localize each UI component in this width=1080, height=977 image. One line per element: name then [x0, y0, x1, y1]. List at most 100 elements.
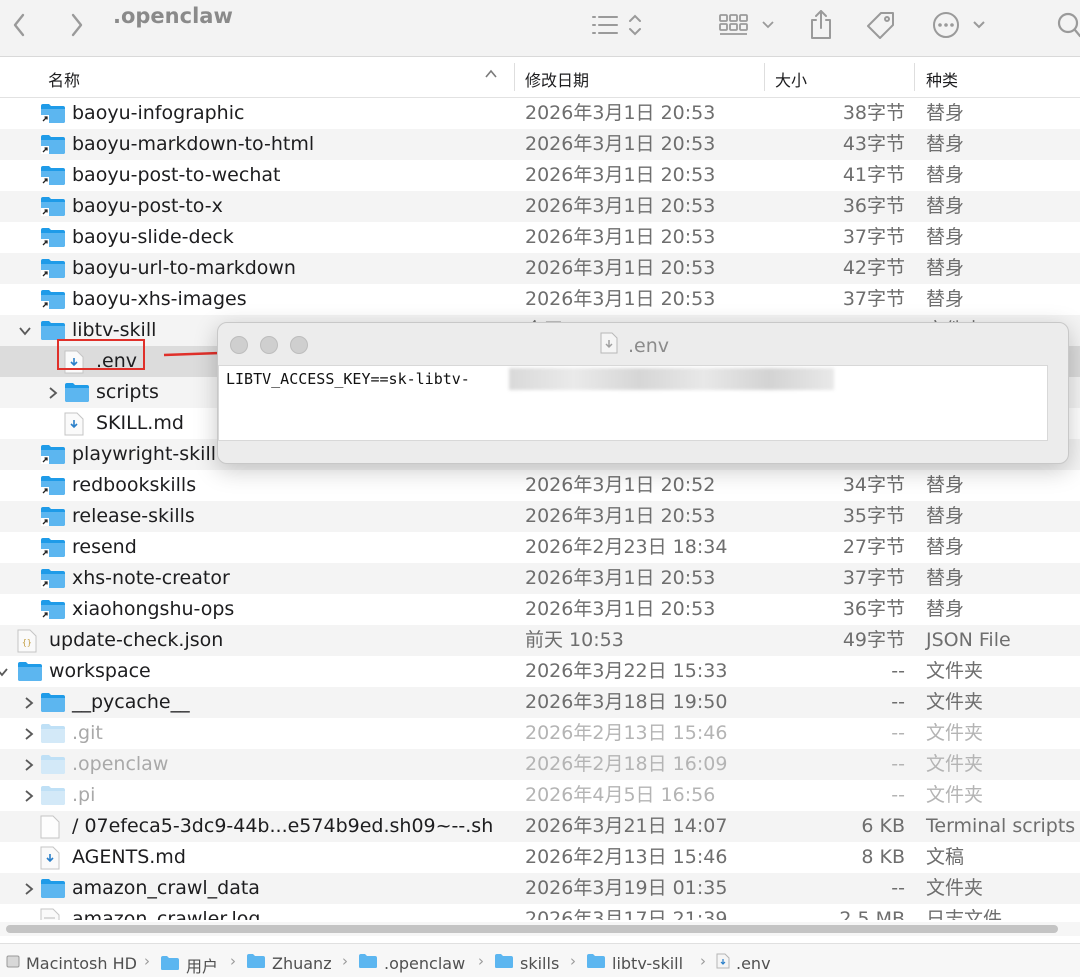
file-list: baoyu-infographic 2026年3月1日 20:53 38字节 替身 ba…: [0, 98, 1080, 920]
scrollbar-thumb[interactable]: [6, 925, 1058, 933]
table-row[interactable]: amazon_crawler.log 2026年3月17日 21:39 2.5 MB…: [0, 904, 1080, 920]
row-kind: 文稿: [926, 846, 965, 868]
table-row[interactable]: redbookskills 2026年3月1日 20:52 34字节 替身: [0, 470, 1080, 501]
table-row[interactable]: .git 2026年2月13日 15:46 -- 文件夹: [0, 718, 1080, 749]
table-row[interactable]: amazon_crawl_data 2026年3月19日 01:35 -- 文件夹: [0, 873, 1080, 904]
horizontal-scrollbar[interactable]: [0, 922, 1080, 936]
breadcrumb-label: Zhuanz: [272, 953, 332, 973]
table-row[interactable]: baoyu-xhs-images 2026年3月1日 20:53 37字节 替身: [0, 284, 1080, 315]
row-size: 37字节: [842, 567, 905, 589]
table-row[interactable]: xiaohongshu-ops 2026年3月1日 20:53 36字节 替身: [0, 594, 1080, 625]
table-row[interactable]: .openclaw 2026年2月18日 16:09 -- 文件夹: [0, 749, 1080, 780]
tag-icon[interactable]: [862, 6, 900, 44]
row-date: 2026年2月13日 15:46: [525, 722, 728, 744]
breadcrumb-item[interactable]: libtv-skill: [586, 953, 683, 973]
disclosure-expanded-icon[interactable]: [0, 656, 9, 687]
row-size: 43字节: [842, 133, 905, 155]
share-icon[interactable]: [804, 6, 838, 44]
table-row[interactable]: resend 2026年2月23日 18:34 27字节 替身: [0, 532, 1080, 563]
table-row[interactable]: release-skills 2026年3月1日 20:53 35字节 替身: [0, 501, 1080, 532]
table-row[interactable]: baoyu-markdown-to-html 2026年3月1日 20:53 43字…: [0, 129, 1080, 160]
disclosure-expanded-icon[interactable]: [18, 315, 32, 346]
table-row[interactable]: xhs-note-creator 2026年3月1日 20:53 37字节 替身: [0, 563, 1080, 594]
table-row[interactable]: baoyu-post-to-wechat 2026年3月1日 20:53 41字节替…: [0, 160, 1080, 191]
row-name: resend: [72, 536, 137, 558]
breadcrumb-item[interactable]: skills: [494, 953, 559, 973]
column-kind-header[interactable]: 种类: [926, 67, 958, 91]
row-size: 42字节: [842, 257, 905, 279]
row-date: 2026年3月1日 20:53: [525, 102, 716, 124]
row-date: 2026年2月23日 18:34: [525, 536, 728, 558]
row-date: 2026年3月17日 21:39: [525, 908, 728, 920]
forward-icon[interactable]: [64, 6, 90, 44]
row-date: 2026年2月13日 15:46: [525, 846, 728, 868]
breadcrumb-item[interactable]: .env: [716, 953, 771, 973]
row-date: 2026年2月18日 16:09: [525, 753, 728, 775]
row-size: 38字节: [842, 102, 905, 124]
redacted-area: [509, 368, 834, 390]
row-name: baoyu-infographic: [72, 102, 245, 124]
row-size: 35字节: [842, 505, 905, 527]
breadcrumb-item[interactable]: Zhuanz: [246, 953, 332, 973]
row-kind: 替身: [926, 474, 965, 496]
row-date: 2026年3月1日 20:53: [525, 195, 716, 217]
breadcrumb-label: libtv-skill: [612, 953, 684, 973]
breadcrumb-separator: ›: [570, 952, 576, 970]
list-view-icon[interactable]: [588, 6, 646, 44]
table-row[interactable]: / 07efeca5-3dc9-44b...e574b9ed.sh09~--.s…: [0, 811, 1080, 842]
minimize-button[interactable]: [260, 336, 278, 354]
row-kind: 替身: [926, 102, 965, 124]
user-folder-icon: [246, 953, 266, 973]
close-button[interactable]: [230, 336, 248, 354]
search-icon[interactable]: [1054, 6, 1080, 44]
breadcrumb-item[interactable]: 用户: [160, 953, 218, 977]
disclosure-collapsed-icon[interactable]: [22, 873, 36, 904]
zoom-button[interactable]: [290, 336, 308, 354]
table-row[interactable]: __pycache__ 2026年3月18日 19:50 -- 文件夹: [0, 687, 1080, 718]
row-date: 2026年3月1日 20:53: [525, 164, 716, 186]
highlight-box: [57, 339, 145, 370]
row-kind: 文件夹: [926, 722, 984, 744]
table-row[interactable]: .pi 2026年4月5日 16:56 -- 文件夹: [0, 780, 1080, 811]
row-name: amazon_crawler.log: [72, 908, 261, 920]
row-name: __pycache__: [72, 691, 190, 713]
row-name: playwright-skill: [72, 443, 217, 465]
row-date: 2026年3月22日 15:33: [525, 660, 728, 682]
breadcrumb-item[interactable]: .openclaw: [358, 953, 465, 973]
row-size: --: [891, 877, 905, 899]
breadcrumb-separator: ›: [144, 952, 150, 970]
column-name-header[interactable]: 名称: [48, 67, 80, 91]
more-actions-icon[interactable]: [930, 6, 988, 44]
column-date-header[interactable]: 修改日期: [525, 67, 589, 91]
quicklook-title: .env: [628, 334, 670, 357]
column-divider[interactable]: [914, 63, 915, 91]
table-row[interactable]: baoyu-infographic 2026年3月1日 20:53 38字节 替身: [0, 98, 1080, 129]
table-row[interactable]: baoyu-post-to-x 2026年3月1日 20:53 36字节 替身: [0, 191, 1080, 222]
row-kind: 文件夹: [926, 877, 984, 899]
disclosure-collapsed-icon[interactable]: [46, 377, 60, 408]
table-row[interactable]: {} update-check.json 前天 10:53 49字节 JSON File: [0, 625, 1080, 656]
disclosure-collapsed-icon[interactable]: [22, 718, 36, 749]
row-kind: 替身: [926, 288, 965, 310]
table-row[interactable]: baoyu-slide-deck 2026年3月1日 20:53 37字节 替身: [0, 222, 1080, 253]
breadcrumb-item[interactable]: Macintosh HD: [6, 953, 137, 973]
quicklook-titlebar[interactable]: .env: [218, 323, 1068, 365]
row-size: 37字节: [842, 226, 905, 248]
back-icon[interactable]: [6, 6, 32, 44]
disclosure-collapsed-icon[interactable]: [22, 749, 36, 780]
row-size: 36字节: [842, 195, 905, 217]
row-name: xhs-note-creator: [72, 567, 230, 589]
row-name: baoyu-url-to-markdown: [72, 257, 296, 279]
column-size-header[interactable]: 大小: [775, 67, 807, 91]
disclosure-collapsed-icon[interactable]: [22, 687, 36, 718]
column-divider[interactable]: [514, 63, 515, 91]
row-date: 2026年3月1日 20:52: [525, 474, 716, 496]
table-row[interactable]: AGENTS.md 2026年2月13日 15:46 8 KB 文稿: [0, 842, 1080, 873]
column-divider[interactable]: [764, 63, 765, 91]
disclosure-collapsed-icon[interactable]: [22, 780, 36, 811]
group-view-icon[interactable]: [716, 6, 776, 44]
table-row[interactable]: baoyu-url-to-markdown 2026年3月1日 20:53 42字节…: [0, 253, 1080, 284]
breadcrumb-label: Macintosh HD: [26, 953, 137, 973]
row-kind: 文件夹: [926, 660, 984, 682]
table-row[interactable]: workspace 2026年3月22日 15:33 -- 文件夹: [0, 656, 1080, 687]
